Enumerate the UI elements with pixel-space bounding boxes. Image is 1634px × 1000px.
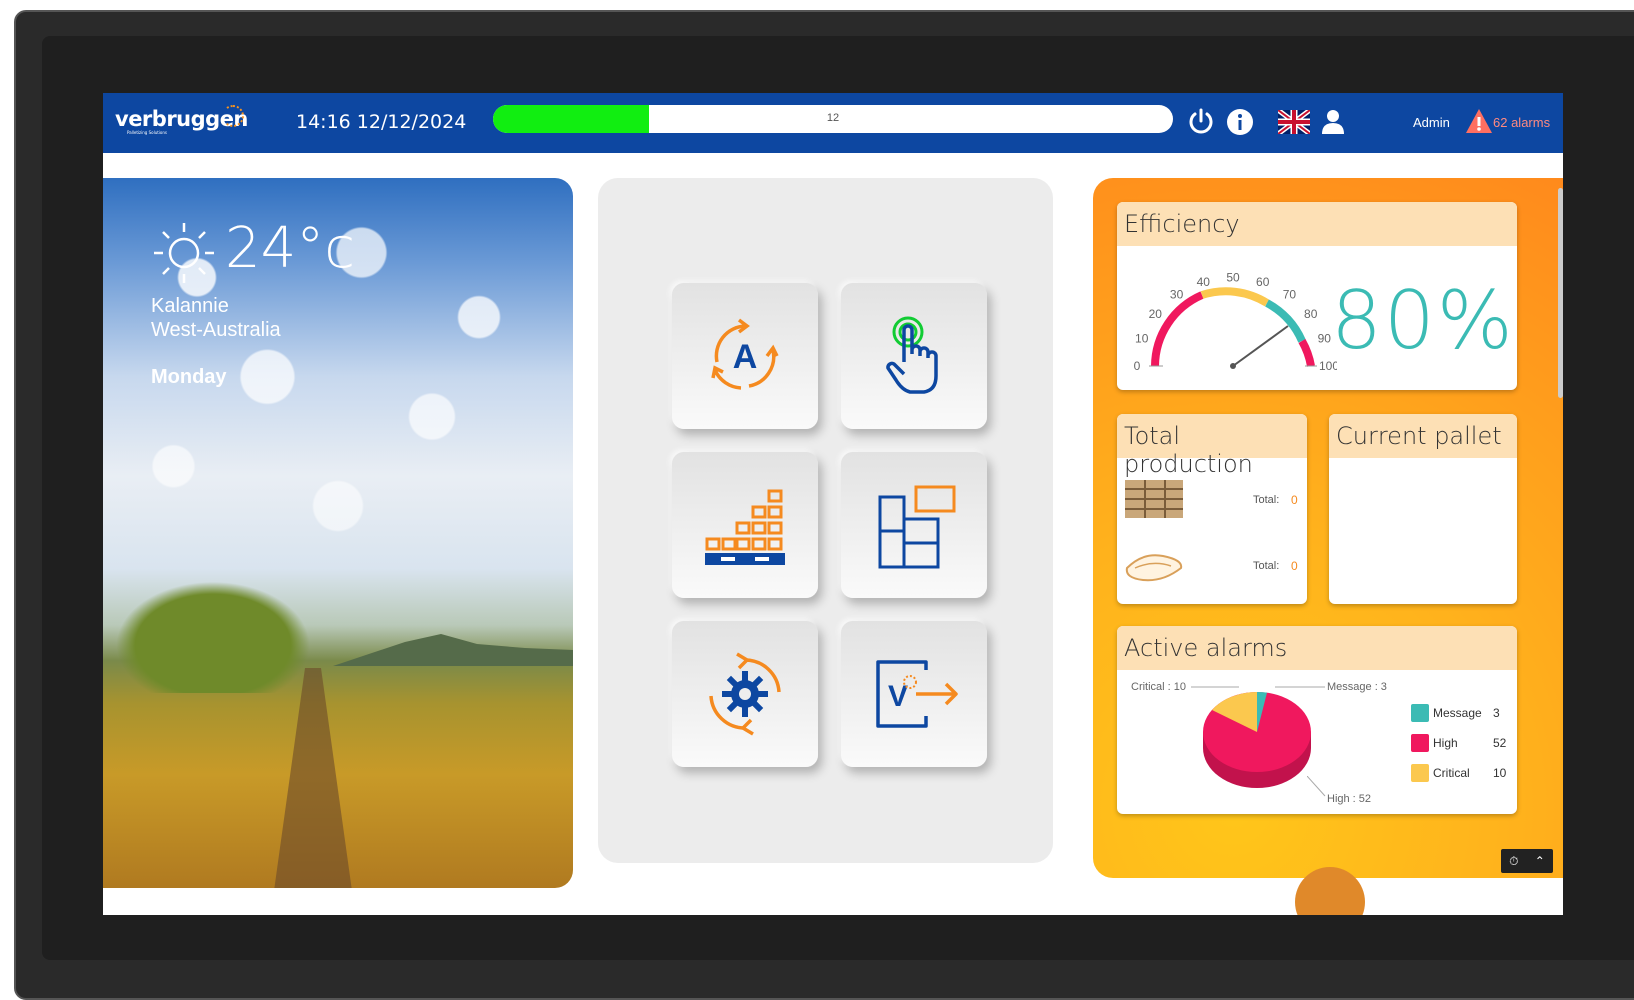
gauge-tick-label: 0 [1134,359,1141,373]
current-pallet-card: Current pallet [1329,414,1517,604]
gauge-tick-label: 10 [1135,332,1149,346]
legend-label-high: High [1433,736,1458,750]
bag-icon [1125,554,1183,582]
logout-icon: V [876,660,958,728]
gauge-tick-label: 90 [1318,332,1332,346]
legend-swatch-high [1411,734,1429,752]
active-alarms-title: Active alarms [1117,626,1517,670]
production-total-label-2: Total: [1253,560,1280,572]
efficiency-card: Efficiency 0 10 20 30 40 50 60 70 80 90 100 80% [1117,202,1517,390]
legend-high: High 52 [1411,734,1506,752]
gauge-needle [1232,325,1289,367]
pallet-icon [1125,480,1183,518]
legend-count-high: 52 [1493,736,1507,750]
automatic-mode-tile[interactable]: A [672,283,818,429]
legend-swatch-critical [1411,764,1429,782]
chevron-up-icon[interactable]: ⌃ [1535,854,1545,868]
legend-count-critical: 10 [1493,766,1507,780]
legend-critical: Critical 10 [1411,764,1506,782]
production-total-value-2: 0 [1291,559,1298,573]
window-controls: ⏱ ⌃ [1501,849,1553,873]
navigation-panel: A V [598,178,1053,863]
efficiency-gauge: 010203040 50 60708090100 [1134,271,1337,373]
gauge-tick-label: 20 [1149,307,1163,321]
cycle-progress-bar: 12 [493,105,1173,133]
temperature: 24°c [225,216,356,281]
manual-mode-tile[interactable] [841,283,987,429]
power-icon[interactable] [1186,107,1216,142]
total-production-card: Total production Total: 0 Total: 0 [1117,414,1307,604]
legend-message: Message 3 [1411,704,1500,722]
gear-cycle-icon [709,652,781,736]
svg-text:V: V [888,680,908,713]
gauge-tick-label: 70 [1283,288,1297,302]
bush-background [103,573,323,693]
legend-label-critical: Critical [1433,766,1470,780]
alarms-pie-chart [1203,691,1311,788]
weekday: Monday [151,366,227,388]
legend-count-message: 3 [1493,706,1500,720]
gauge-tick-label: 40 [1197,275,1211,289]
location: Kalannie West-Australia [151,294,281,342]
active-alarms-card: Active alarms Critical : 10 Message : 3 … [1117,626,1517,814]
legend-label-message: Message [1433,706,1482,720]
dashboard-panel: Efficiency 0 10 20 30 40 50 60 70 80 90 100 80% To… [1093,178,1563,878]
top-bar: verbruggen Palletizing Solutions 14:16 1… [103,93,1563,153]
pie-label-line-high [1307,776,1326,797]
gauge-tick-label: 60 [1256,275,1270,289]
production-total-label-1: Total: [1253,494,1280,506]
efficiency-value: 80% [1331,274,1515,367]
gauge-tick-label: 30 [1170,288,1184,302]
dirt-path-background [273,668,353,888]
user-icon[interactable] [1321,109,1345,140]
current-pallet-title: Current pallet [1329,414,1517,458]
pie-label-message: Message : 3 [1327,681,1387,693]
warning-icon[interactable] [1465,108,1493,139]
pie-label-high: High : 52 [1327,793,1372,805]
touch-hand-icon [886,316,938,394]
layer-pattern-tile[interactable] [841,452,987,598]
automatic-mode-icon: A [711,318,779,390]
verbruggen-logo: verbruggen Palletizing Solutions [115,105,248,135]
logo-spark-icon [222,105,244,127]
pallet-stacking-tile[interactable] [672,452,818,598]
logout-tile[interactable]: V [841,621,987,767]
location-city: Kalannie [151,295,229,317]
location-region: West-Australia [151,319,281,341]
weather-panel: 24°c Kalannie West-Australia Monday [103,178,573,888]
gauge-tick-label: 80 [1304,307,1318,321]
pie-label-critical: Critical : 10 [1131,681,1187,693]
svg-text:A: A [733,338,758,376]
timer-icon[interactable]: ⏱ [1509,854,1518,869]
hmi-screen: verbruggen Palletizing Solutions 14:16 1… [103,93,1563,915]
sun-icon [149,218,219,293]
production-total-value-1: 0 [1291,493,1298,507]
datetime-display: 14:16 12/12/2024 [296,111,467,133]
progress-label: 12 [826,112,840,124]
settings-cycle-tile[interactable] [672,621,818,767]
uk-flag-icon[interactable] [1276,108,1312,139]
pie-label-line-message [1275,686,1325,688]
layer-pattern-icon [878,485,956,569]
legend-swatch-message [1411,704,1429,722]
gauge-tick-label: 50 [1226,271,1240,285]
info-icon[interactable] [1225,107,1255,142]
pie-label-line-critical [1191,686,1239,688]
dashboard-scrollbar[interactable] [1558,188,1563,398]
total-production-title: Total production [1117,414,1307,478]
pallet-stack-icon [705,489,785,565]
efficiency-title: Efficiency [1117,202,1517,246]
user-name[interactable]: Admin [1413,115,1450,130]
alarm-count[interactable]: 62 alarms [1493,115,1550,130]
